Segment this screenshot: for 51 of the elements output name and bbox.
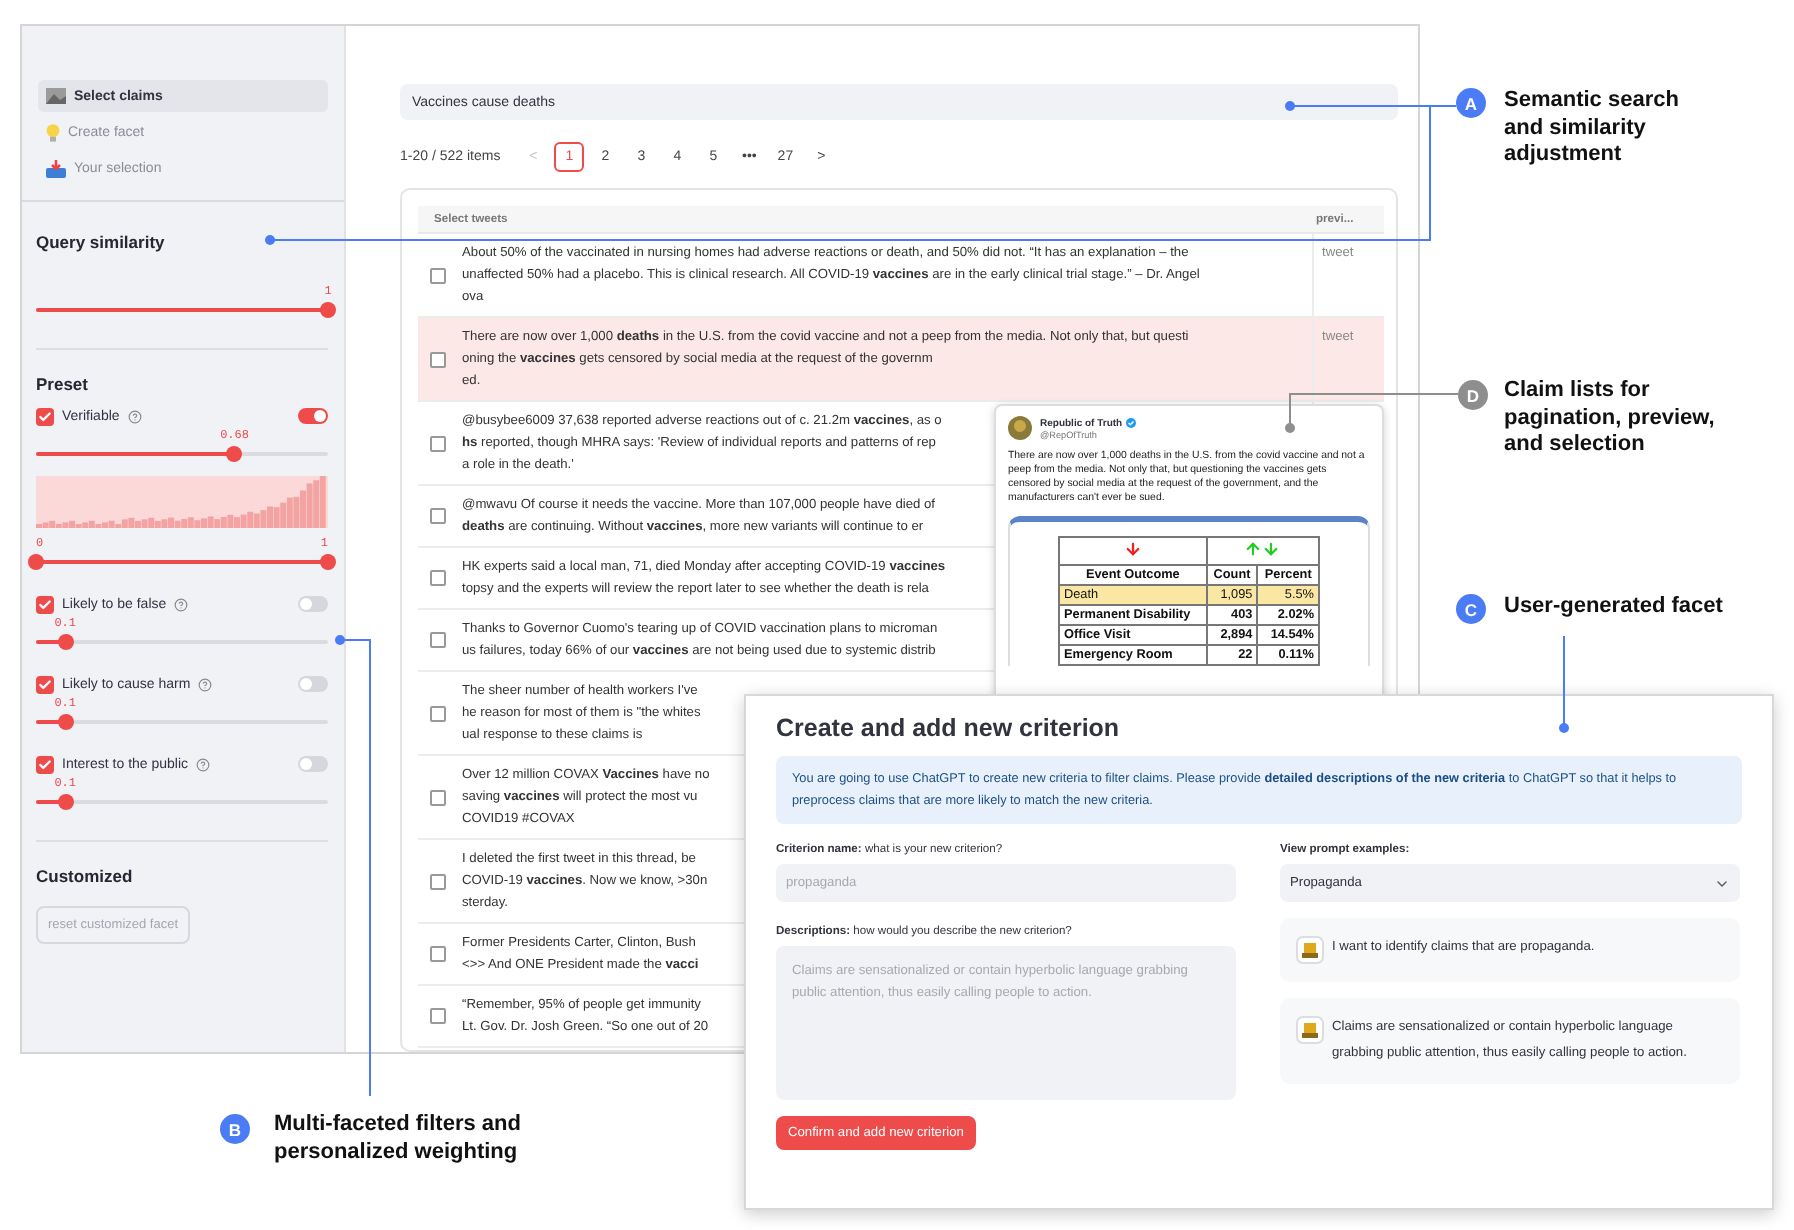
callout-badge: A — [1456, 88, 1486, 118]
help-icon[interactable] — [198, 677, 213, 691]
slider-thumb[interactable] — [28, 554, 44, 570]
checkbox[interactable] — [430, 435, 446, 451]
checkbox[interactable] — [36, 675, 54, 693]
dialog-title: Create and add new criterion — [776, 714, 1122, 742]
section-title: Preset — [36, 374, 90, 394]
help-icon[interactable] — [196, 757, 211, 771]
checkbox[interactable] — [430, 789, 446, 805]
help-icon[interactable] — [174, 597, 189, 611]
inbox-tray-icon — [46, 159, 66, 177]
checkbox[interactable] — [430, 632, 446, 648]
section-title: Customized — [36, 866, 135, 886]
callout-badge: B — [220, 1114, 250, 1144]
slider-thumb[interactable] — [226, 446, 243, 462]
toggle-switch[interactable] — [298, 596, 328, 612]
arrow-down-icon — [1123, 540, 1142, 558]
slider-thumb[interactable] — [57, 634, 74, 650]
leader-line — [1559, 635, 1569, 733]
toggle-switch[interactable] — [298, 408, 328, 424]
slider-thumb[interactable] — [57, 794, 74, 810]
image-icon — [46, 88, 66, 104]
callout-badge: C — [1456, 594, 1486, 624]
callout-label: Claim lists for pagination, preview, and selection — [1504, 378, 1717, 459]
checkbox[interactable] — [36, 407, 54, 425]
avatar-icon — [1008, 416, 1032, 440]
checkbox[interactable] — [430, 508, 446, 524]
checkbox[interactable] — [430, 1008, 446, 1024]
slider-thumb[interactable] — [320, 554, 336, 570]
checkbox[interactable] — [430, 873, 446, 889]
callout-label: User-generated facet — [1504, 594, 1725, 621]
callout-label: Semantic search and similarity adjustment — [1504, 88, 1681, 169]
checkbox[interactable] — [430, 267, 446, 283]
checkbox[interactable] — [36, 595, 54, 613]
callout-label: Multi-faceted filters and personalized weighting — [274, 1112, 523, 1166]
bot-icon — [1296, 936, 1324, 964]
section-title: Query similarity — [36, 232, 167, 252]
arrows-up-down-icon — [1244, 540, 1281, 558]
checkbox[interactable] — [430, 570, 446, 586]
checkbox[interactable] — [430, 946, 446, 962]
checkbox[interactable] — [36, 755, 54, 773]
slider-thumb[interactable] — [57, 714, 74, 730]
checkbox[interactable] — [430, 705, 446, 721]
lightbulb-icon — [46, 123, 60, 141]
toggle-switch[interactable] — [298, 676, 328, 692]
bot-icon — [1296, 1016, 1324, 1044]
help-icon[interactable] — [127, 409, 142, 423]
slider-thumb[interactable] — [320, 302, 336, 318]
callout-badge: D — [1458, 380, 1488, 410]
checkbox[interactable] — [430, 351, 446, 367]
toggle-switch[interactable] — [298, 756, 328, 772]
